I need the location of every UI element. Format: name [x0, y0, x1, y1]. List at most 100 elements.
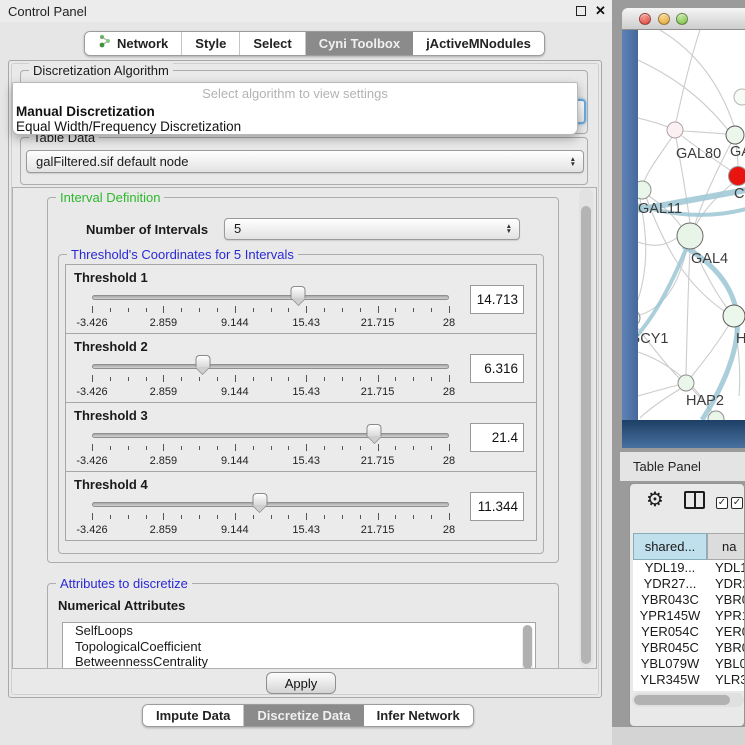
main-scrollbar-thumb[interactable] [581, 206, 591, 664]
attribute-list-item[interactable]: SelfLoops [63, 623, 535, 639]
network-node-gcy1[interactable] [638, 310, 640, 326]
table-data-combobox[interactable]: galFiltered.sif default node ▲▼ [26, 150, 584, 173]
threshold-row: Threshold 3 -3.4262.8599.14415.4321.71528 [65, 402, 537, 472]
table-hscrollbar[interactable] [632, 693, 744, 707]
table-cell-name: YDL1 [707, 560, 745, 576]
attribute-list-item[interactable]: TopologicalCoefficient [63, 639, 535, 655]
bottom-tab-infer-network[interactable]: Infer Network [364, 705, 473, 726]
network-node-selected-red[interactable] [729, 167, 745, 186]
threshold-value-field[interactable] [470, 354, 524, 383]
table-row[interactable]: YER054CYER0 [633, 624, 745, 640]
threshold-slider[interactable]: -3.4262.8599.14415.4321.71528 [92, 291, 449, 333]
threshold-label: Threshold 4 [74, 477, 148, 492]
network-window-left-frame [622, 30, 638, 448]
tab-label: Infer Network [377, 705, 460, 726]
control-panel-title: Control Panel [8, 4, 87, 19]
network-node-gal4[interactable] [677, 223, 703, 249]
tab-label: Select [253, 32, 291, 55]
apply-button[interactable]: Apply [266, 672, 336, 694]
tab-style[interactable]: Style [182, 32, 240, 55]
checkbox-icon[interactable]: ✓ [716, 497, 728, 509]
threshold-row: Threshold 2 -3.4262.8599.14415.4321.71528 [65, 333, 537, 403]
threshold-slider[interactable]: -3.4262.8599.14415.4321.71528 [92, 360, 449, 402]
tab-network[interactable]: Network [85, 32, 182, 55]
thresholds-group: Threshold's Coordinates for 5 Intervals … [58, 254, 544, 554]
close-icon[interactable]: ✕ [595, 3, 606, 19]
threshold-slider[interactable]: -3.4262.8599.14415.4321.71528 [92, 498, 449, 540]
threshold-value-field[interactable] [470, 285, 524, 314]
slider-track[interactable] [92, 364, 449, 369]
tab-select[interactable]: Select [240, 32, 305, 55]
tab-cyni-toolbox[interactable]: Cyni Toolbox [306, 32, 413, 55]
slider-track[interactable] [92, 502, 449, 507]
close-traffic-light-icon[interactable] [639, 13, 651, 25]
slider-thumb-icon[interactable] [252, 493, 267, 511]
tab-label: Style [195, 32, 226, 55]
table-header-shared-name[interactable]: shared... [633, 533, 707, 560]
attributes-group-title: Attributes to discretize [56, 576, 192, 591]
minimize-traffic-light-icon[interactable] [658, 13, 670, 25]
table-cell-name: YPR1 [707, 608, 745, 624]
threshold-value-field[interactable] [470, 492, 524, 521]
node-label: GCY1 [638, 331, 669, 347]
bottom-tab-impute-data[interactable]: Impute Data [143, 705, 244, 726]
table-cell-shared-name: YIL053C [633, 688, 707, 691]
table-row[interactable]: YDR27...YDR2 [633, 576, 745, 592]
table-header-name[interactable]: na [707, 533, 745, 560]
float-window-icon[interactable] [576, 6, 586, 16]
threshold-label: Threshold 2 [74, 339, 148, 354]
algorithm-option-equal-width[interactable]: Equal Width/Frequency Discretization [16, 119, 241, 134]
gear-icon[interactable]: ⚙ [646, 487, 664, 512]
network-node-gal80[interactable] [667, 122, 683, 138]
control-panel-titlebar: Control Panel ✕ [0, 0, 612, 22]
network-node-gal11[interactable] [638, 181, 651, 199]
network-node[interactable] [734, 89, 745, 105]
table-panel-titlebar: Table Panel [620, 452, 745, 481]
threshold-slider[interactable]: -3.4262.8599.14415.4321.71528 [92, 429, 449, 471]
bottom-tab-discretize-data[interactable]: Discretize Data [244, 705, 363, 726]
table-hscroll-thumb[interactable] [634, 695, 730, 705]
attribute-list-item[interactable]: BetweennessCentrality [63, 654, 535, 669]
slider-thumb-icon[interactable] [367, 424, 382, 442]
slider-track[interactable] [92, 295, 449, 300]
table-cell-name: YBL0 [707, 656, 745, 672]
attributes-list-scrollbar[interactable] [522, 625, 533, 669]
combo-arrows-icon: ▲▼ [506, 224, 512, 234]
table-row[interactable]: YPR145WYPR1 [633, 608, 745, 624]
number-of-intervals-combobox[interactable]: 5 ▲▼ [224, 218, 520, 240]
table-rows[interactable]: YDL19...YDL1YDR27...YDR2YBR043CYBR0YPR14… [633, 560, 745, 691]
slider-track[interactable] [92, 433, 449, 438]
node-label: C [734, 186, 744, 202]
table-row[interactable]: YDL19...YDL1 [633, 560, 745, 576]
slider-thumb-icon[interactable] [291, 286, 306, 304]
attributes-list-scroll-thumb[interactable] [523, 625, 532, 669]
table-row[interactable]: YBL079WYBL0 [633, 656, 745, 672]
table-row[interactable]: YBR043CYBR0 [633, 592, 745, 608]
node-label: GA [730, 144, 745, 160]
table-row[interactable]: YLR345WYLR3 [633, 672, 745, 688]
checkbox-icon[interactable]: ✓ [731, 497, 743, 509]
network-node[interactable] [723, 305, 745, 327]
threshold-value-field[interactable] [470, 423, 524, 452]
slider-thumb-icon[interactable] [195, 355, 210, 373]
slider-ticks [92, 306, 449, 314]
table-row[interactable]: YBR045CYBR0 [633, 640, 745, 656]
network-node[interactable] [726, 126, 744, 144]
table-cell-shared-name: YBR043C [633, 592, 707, 608]
network-node-hap2[interactable] [678, 375, 694, 391]
table-cell-shared-name: YLR345W [633, 672, 707, 688]
threshold-label: Threshold 3 [74, 408, 148, 423]
network-node[interactable] [708, 411, 724, 420]
network-window-titlebar[interactable] [622, 8, 745, 30]
slider-ticks [92, 375, 449, 383]
split-columns-icon[interactable] [684, 491, 705, 509]
table-row[interactable]: YIL053CYIL0 [633, 688, 745, 691]
interval-definition-title: Interval Definition [56, 190, 164, 205]
numerical-attributes-list[interactable]: SelfLoopsTopologicalCoefficientBetweenne… [62, 622, 536, 669]
bottom-tab-bar: Impute DataDiscretize Data Infer Network [142, 704, 474, 727]
network-canvas[interactable]: GAL80 GA C GAL11 GAL4 GCY1 H HAP2 [638, 30, 745, 420]
tab-jactivemnodules[interactable]: jActiveMNodules [413, 32, 544, 55]
algorithm-option-manual[interactable]: Manual Discretization [16, 104, 155, 119]
node-label: GAL80 [676, 146, 721, 162]
maximize-traffic-light-icon[interactable] [676, 13, 688, 25]
